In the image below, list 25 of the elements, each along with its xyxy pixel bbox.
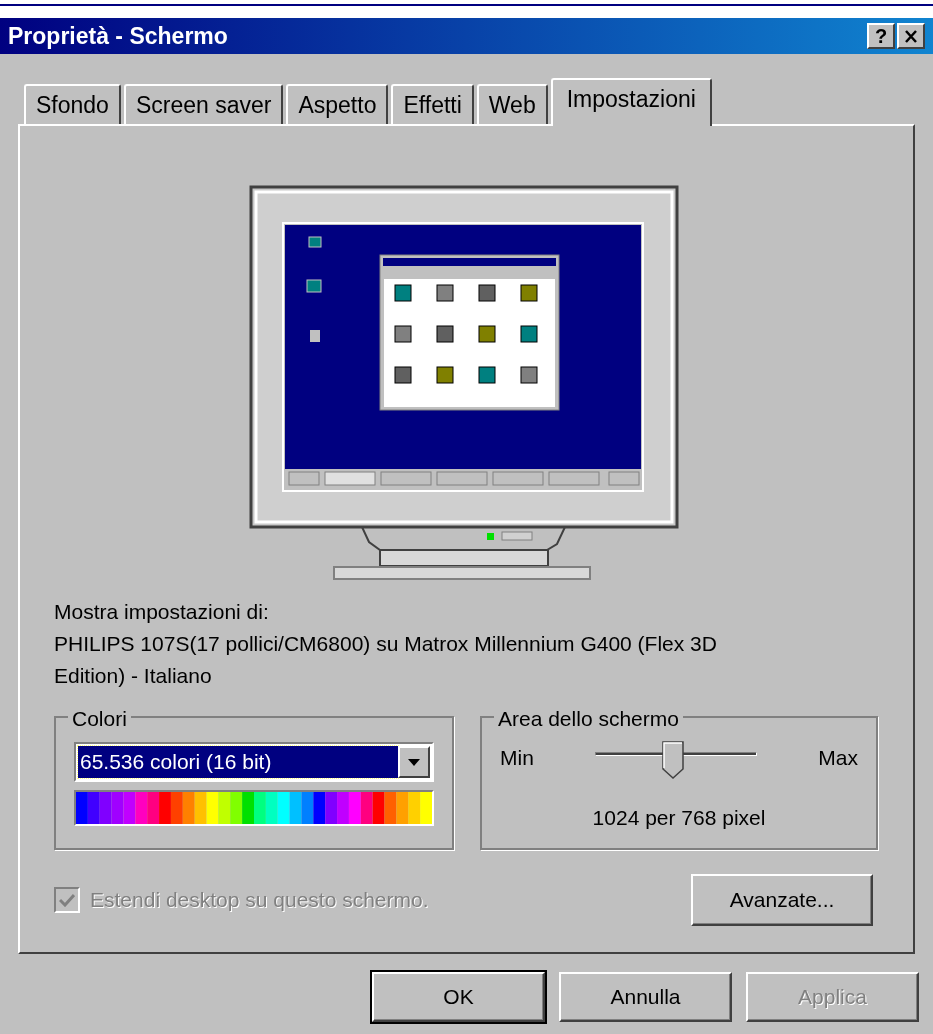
tab[interactable]: Aspetto <box>286 84 389 124</box>
dialog-button[interactable]: Annulla <box>559 972 732 1022</box>
close-icon <box>904 29 918 43</box>
tab[interactable]: Screen saver <box>123 84 284 124</box>
tab[interactable]: Web <box>476 84 548 124</box>
resolution-reading: 1024 per 768 pixel <box>591 804 767 831</box>
tab[interactable]: Impostazioni <box>550 78 712 126</box>
display-name: PHILIPS 107S(17 pollici/CM6800) su Matrox Millennium G400 (Flex 3D Edition) - Italiano <box>54 631 718 689</box>
min-label: Min <box>500 745 534 771</box>
dialog-button[interactable]: OK <box>372 972 545 1022</box>
max-label: Max <box>818 745 858 771</box>
checkmark-icon <box>59 893 75 907</box>
tab[interactable]: Effetti <box>391 84 474 124</box>
window-title: Proprietà - Schermo <box>8 21 228 51</box>
colors-dropdown[interactable]: 65.536 colori (16 bit) <box>74 742 434 782</box>
advanced-button[interactable]: Avanzate... <box>691 874 873 926</box>
dropdown-value: 65.536 colori (16 bit) <box>78 746 398 778</box>
help-button[interactable]: ? <box>867 23 895 49</box>
tab[interactable]: Sfondo <box>24 84 121 124</box>
checkbox-label: Estendi desktop su questo schermo. <box>90 887 429 914</box>
close-button[interactable] <box>897 23 925 49</box>
caret-icon <box>408 758 420 766</box>
dropdown-arrow-button[interactable] <box>398 746 430 778</box>
display-label: Mostra impostazioni di: <box>54 599 270 625</box>
slider-thumb[interactable] <box>661 741 684 779</box>
